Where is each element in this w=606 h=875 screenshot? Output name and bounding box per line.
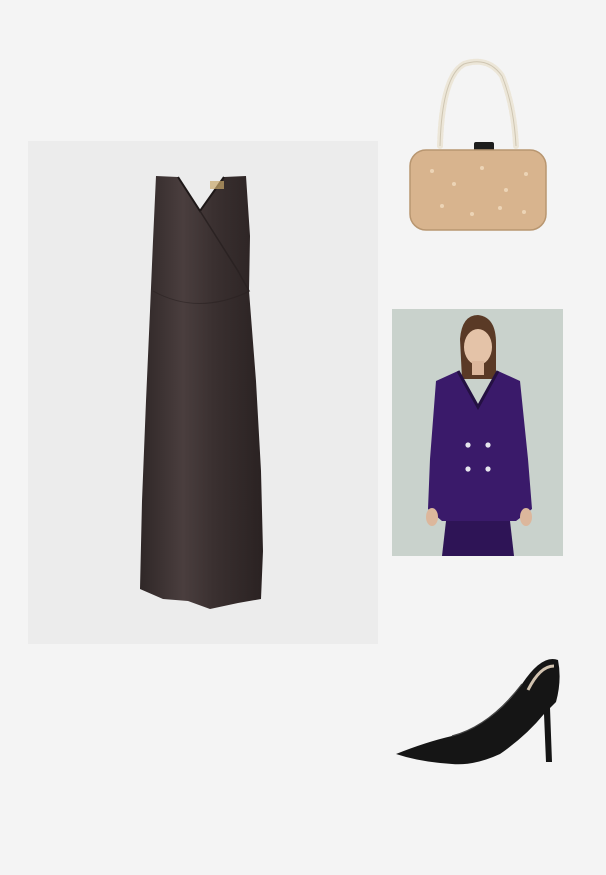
dress-product-image[interactable] — [28, 141, 378, 644]
pumps-product-image[interactable] — [390, 650, 565, 770]
velvet-blazer-product-image[interactable] — [392, 309, 563, 556]
clutch-bag-product-image[interactable] — [402, 56, 554, 236]
dress-illustration — [140, 176, 263, 609]
clutch-bag-illustration — [409, 58, 547, 231]
pointed-pumps-illustration — [396, 659, 560, 765]
velvet-blazer-illustration — [392, 309, 563, 556]
